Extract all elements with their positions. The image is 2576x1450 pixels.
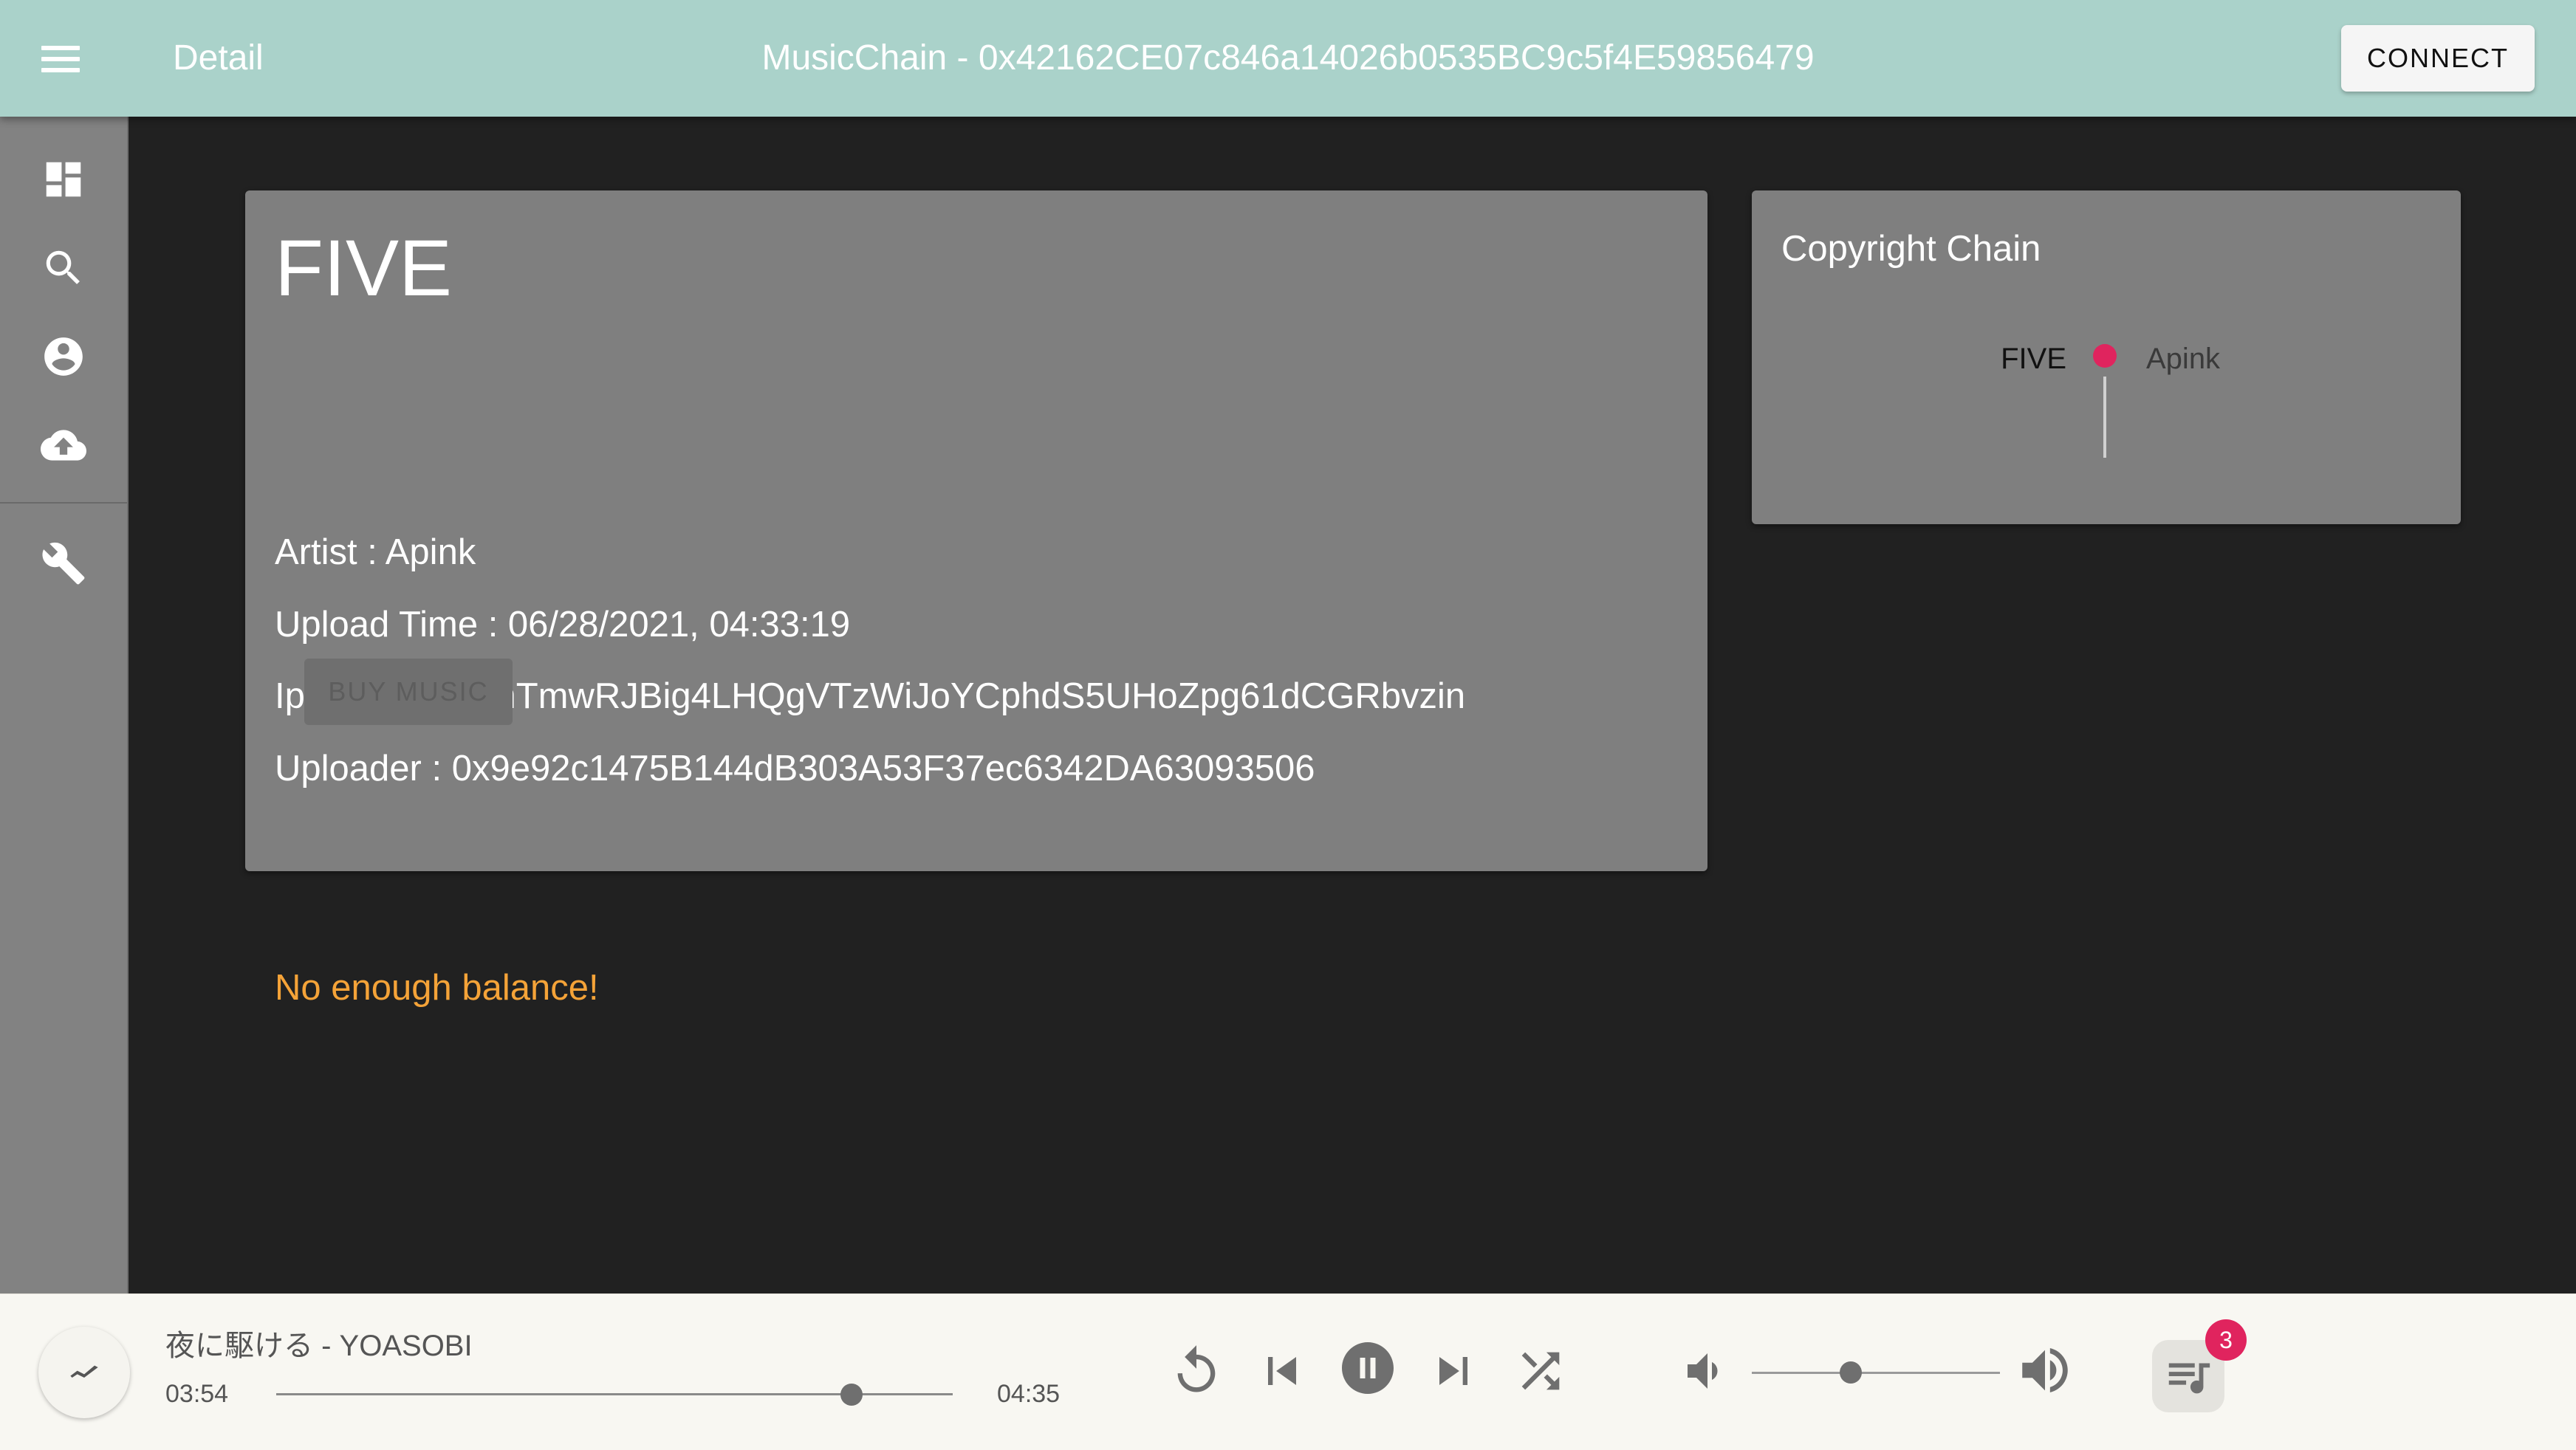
- sidebar-item-dashboard[interactable]: [0, 139, 127, 220]
- sidebar: [0, 117, 129, 1293]
- seek-bar[interactable]: [276, 1384, 953, 1406]
- sidebar-item-upload[interactable]: [0, 405, 127, 486]
- search-icon: [46, 250, 80, 284]
- shuffle-icon: [1521, 1352, 1560, 1390]
- connect-button[interactable]: CONNECT: [2341, 25, 2535, 92]
- sidebar-divider: [0, 502, 127, 504]
- next-button[interactable]: [1424, 1341, 1483, 1401]
- menu-icon[interactable]: [41, 46, 80, 72]
- total-time: 04:35: [997, 1380, 1061, 1408]
- music-player-bar: 夜に駆ける - YOASOBI 03:54 04:35 3: [0, 1293, 2576, 1450]
- app-title: MusicChain - 0x42162CE07c846a14026b0535B…: [761, 38, 1815, 78]
- cloud-upload-icon: [41, 430, 86, 461]
- sidebar-item-settings[interactable]: [0, 523, 127, 604]
- chain-artist: Apink: [2146, 343, 2221, 375]
- queue-music-icon: [2168, 1363, 2210, 1394]
- volume-down-icon: [1688, 1353, 1718, 1389]
- chain-connector: [2103, 377, 2106, 458]
- artist-line: Artist : Apink: [275, 532, 476, 572]
- sidebar-item-account[interactable]: [0, 316, 127, 397]
- track-title: 夜に駆ける - YOASOBI: [165, 1330, 473, 1362]
- buy-music-button[interactable]: BUY MUSIC: [304, 659, 513, 725]
- pause-button[interactable]: [1337, 1337, 1399, 1399]
- page-title: Detail: [173, 38, 264, 78]
- replay-button[interactable]: [1167, 1341, 1226, 1401]
- account-circle-icon: [44, 337, 83, 376]
- seek-handle[interactable]: [840, 1384, 863, 1406]
- volume-up-icon: [2022, 1348, 2068, 1392]
- previous-button[interactable]: [1253, 1341, 1312, 1401]
- skip-previous-icon: [1268, 1357, 1296, 1385]
- copyright-chain-title: Copyright Chain: [1781, 229, 2041, 269]
- volume-slider[interactable]: [1752, 1361, 2000, 1384]
- upload-time-line: Upload Time : 06/28/2021, 04:33:19: [275, 605, 851, 645]
- pause-icon: [1342, 1342, 1394, 1394]
- app-bar: Detail MusicChain - 0x42162CE07c846a1402…: [0, 0, 2576, 117]
- wrench-icon: [42, 542, 85, 585]
- disc-icon: [70, 1365, 98, 1378]
- song-title: FIVE: [275, 223, 453, 312]
- volume-handle[interactable]: [1840, 1361, 1863, 1384]
- balance-warning: No enough balance!: [275, 968, 599, 1008]
- album-cover[interactable]: [38, 1327, 130, 1418]
- replay-icon: [1177, 1345, 1216, 1392]
- volume-down-button[interactable]: [1675, 1341, 1731, 1401]
- chain-song: FIVE: [2001, 343, 2066, 375]
- current-time: 03:54: [165, 1380, 229, 1408]
- sidebar-item-search[interactable]: [0, 227, 127, 309]
- uploader-line: Uploader : 0x9e92c1475B144dB303A53F37ec6…: [275, 749, 1315, 788]
- shuffle-button[interactable]: [1511, 1341, 1570, 1401]
- volume-up-button[interactable]: [2013, 1339, 2077, 1402]
- queue-count-badge: 3: [2205, 1319, 2247, 1361]
- music-detail-card: FIVE Artist : Apink Upload Time : 06/28/…: [245, 190, 1707, 1008]
- skip-next-icon: [1439, 1357, 1467, 1385]
- chain-node-dot: [2093, 344, 2117, 368]
- dashboard-icon: [46, 162, 81, 197]
